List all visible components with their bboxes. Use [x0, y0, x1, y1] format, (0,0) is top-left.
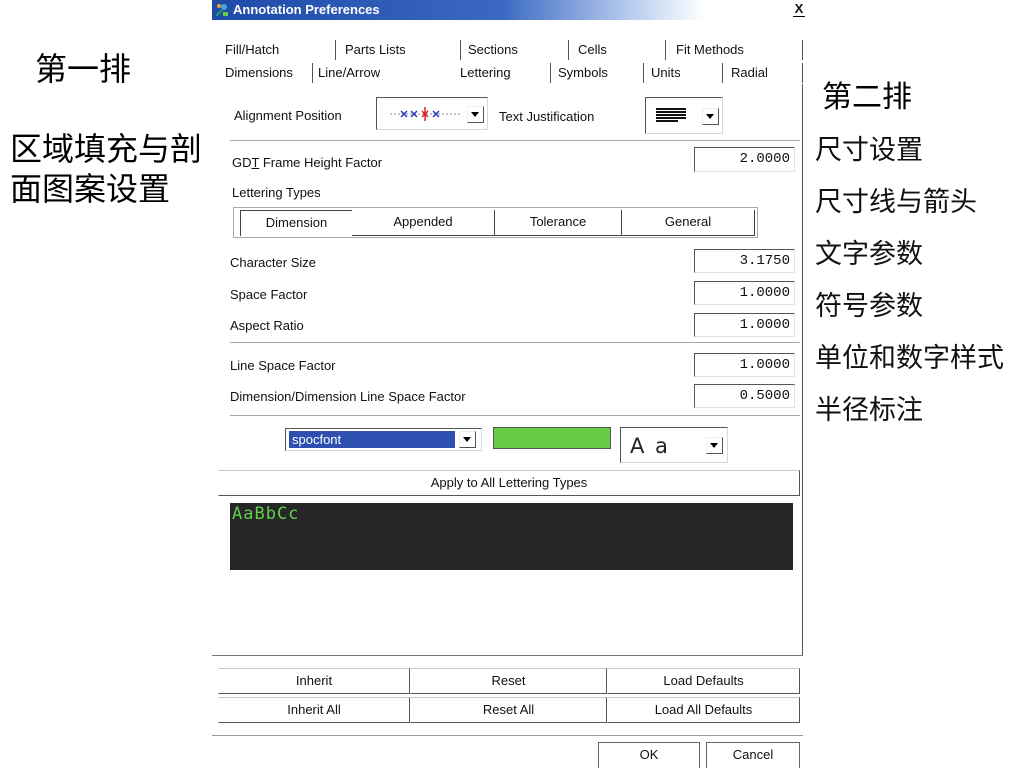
title-bar[interactable]: Annotation Preferences X [212, 0, 812, 20]
gdt-frame-height-label: GDT Frame Height Factor [232, 155, 382, 171]
gdt-frame-height-field[interactable]: 2.0000 [694, 147, 795, 172]
note-fill-hatch-line2: 面图案设置 [10, 170, 171, 208]
tab-symbols[interactable]: Symbols [550, 63, 643, 83]
alignment-position-label: Alignment Position [234, 108, 342, 123]
note-radial: 半径标注 [815, 395, 923, 426]
inherit-all-button[interactable]: Inherit All [218, 697, 410, 723]
separator [230, 415, 800, 416]
left-justify-icon [656, 108, 688, 124]
lettering-type-appended[interactable]: Appended [352, 210, 495, 236]
preview-text: AaBbCc [232, 504, 300, 524]
alignment-position-dropdown[interactable] [376, 97, 488, 130]
note-fill-hatch-line1: 区域填充与剖 [10, 130, 203, 168]
note-row1: 第一排 [35, 50, 132, 88]
separator [230, 342, 800, 343]
row2-notes-list: 尺寸设置 尺寸线与箭头 文字参数 符号参数 单位和数字样式 半径标注 [815, 131, 1020, 443]
ok-button[interactable]: OK [598, 742, 700, 768]
note-row2: 第二排 [822, 80, 912, 115]
case-style-arrow[interactable] [706, 437, 723, 454]
gdt-label-prefix: GD [232, 155, 252, 170]
tab-sections[interactable]: Sections [460, 40, 568, 60]
chevron-down-icon [710, 443, 718, 448]
reset-button[interactable]: Reset [410, 668, 607, 694]
lettering-type-general[interactable]: General [622, 210, 755, 236]
load-defaults-button[interactable]: Load Defaults [607, 668, 800, 694]
line-space-factor-label: Line Space Factor [230, 358, 336, 373]
inherit-button[interactable]: Inherit [218, 668, 410, 694]
dim-line-space-factor-label: Dimension/Dimension Line Space Factor [230, 389, 466, 404]
tab-cells[interactable]: Cells [568, 40, 665, 60]
panel-bottom-border [212, 655, 803, 656]
tab-fill-hatch[interactable]: Fill/Hatch [222, 40, 335, 60]
chevron-down-icon [471, 112, 479, 117]
chevron-down-icon [463, 437, 471, 442]
case-style-select[interactable]: A a [620, 427, 728, 463]
note-units: 单位和数字样式 [815, 343, 1004, 374]
justification-dropdown-arrow[interactable] [702, 108, 719, 125]
dim-line-space-factor-field[interactable]: 0.5000 [694, 384, 795, 408]
close-icon: X [792, 1, 806, 17]
tab-radial[interactable]: Radial [722, 63, 803, 83]
lettering-preview: AaBbCc [230, 503, 793, 570]
tab-dimensions[interactable]: Dimensions [222, 63, 312, 83]
note-dimensions: 尺寸设置 [815, 135, 923, 166]
note-lettering: 文字参数 [815, 239, 923, 270]
space-factor-label: Space Factor [230, 287, 308, 302]
chevron-down-icon [706, 114, 714, 119]
lettering-type-tolerance[interactable]: Tolerance [495, 210, 622, 236]
text-justification-label: Text Justification [499, 109, 595, 124]
separator [230, 140, 800, 141]
separator [212, 735, 803, 736]
line-space-factor-field[interactable]: 1.0000 [694, 353, 795, 377]
character-size-field[interactable]: 3.1750 [694, 249, 795, 273]
cancel-button[interactable]: Cancel [706, 742, 800, 768]
gdt-label-suffix: Frame Height Factor [259, 155, 383, 170]
space-factor-field[interactable]: 1.0000 [694, 281, 795, 305]
text-justification-dropdown[interactable] [645, 97, 723, 134]
close-button[interactable]: X [790, 1, 808, 19]
panel-right-border [802, 84, 803, 656]
tab-parts-lists[interactable]: Parts Lists [335, 40, 460, 60]
load-all-defaults-button[interactable]: Load All Defaults [607, 697, 800, 723]
annotation-preferences-icon [214, 2, 230, 18]
note-symbols: 符号参数 [815, 291, 923, 322]
center-cross-alignment-icon [388, 106, 464, 122]
note-line-arrow: 尺寸线与箭头 [815, 187, 977, 218]
aspect-ratio-label: Aspect Ratio [230, 318, 304, 333]
character-size-label: Character Size [230, 255, 316, 270]
font-select-value: spocfont [289, 431, 455, 448]
font-select-arrow[interactable] [459, 431, 476, 448]
aspect-ratio-field[interactable]: 1.0000 [694, 313, 795, 337]
tab-units[interactable]: Units [643, 63, 722, 83]
lettering-types-label: Lettering Types [232, 185, 321, 200]
window-title: Annotation Preferences [233, 2, 380, 17]
color-swatch[interactable] [493, 427, 611, 449]
tab-lettering[interactable]: Lettering [448, 63, 550, 83]
alignment-dropdown-arrow[interactable] [467, 106, 484, 123]
case-style-value: A a [630, 434, 670, 458]
font-select[interactable]: spocfont [285, 428, 482, 451]
reset-all-button[interactable]: Reset All [410, 697, 607, 723]
tab-line-arrow[interactable]: Line/Arrow [312, 63, 448, 83]
apply-all-lettering-types-button[interactable]: Apply to All Lettering Types [218, 470, 800, 496]
tab-fit-methods[interactable]: Fit Methods [665, 40, 803, 60]
lettering-type-dimension[interactable]: Dimension [240, 210, 352, 236]
